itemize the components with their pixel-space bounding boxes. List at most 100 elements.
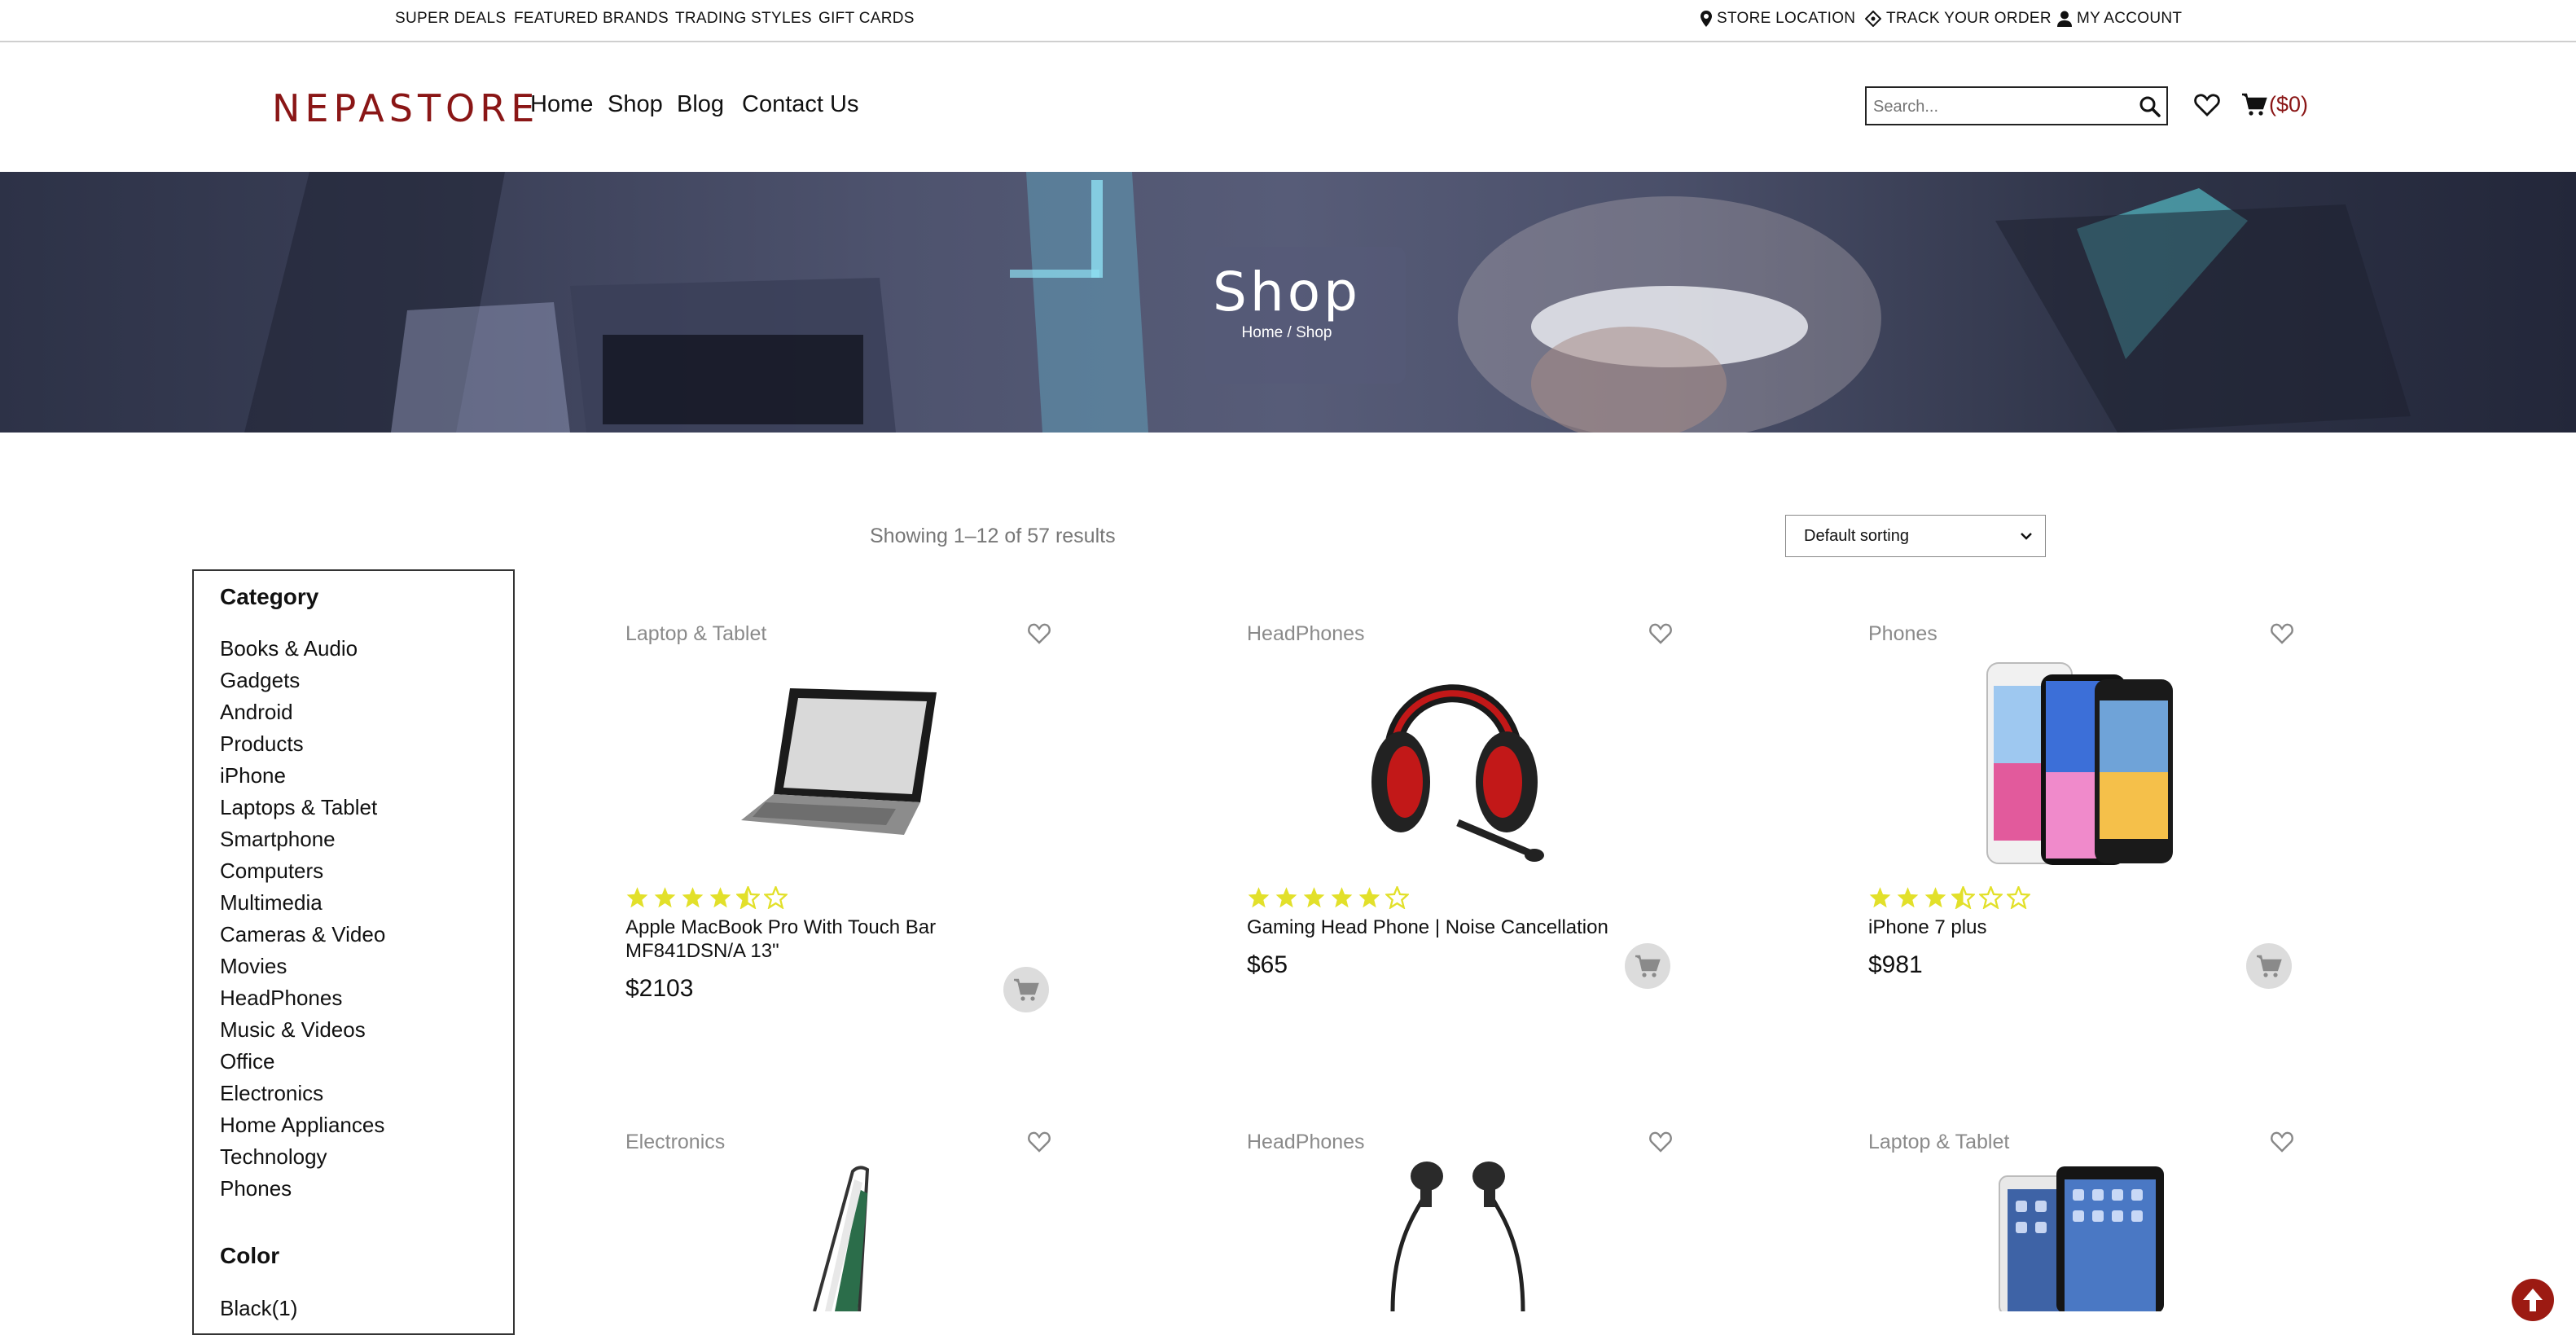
cart-amount[interactable]: ($0) xyxy=(2269,92,2308,117)
category-item[interactable]: Technology xyxy=(220,1144,327,1170)
trading-styles-link[interactable]: TRADING STYLES xyxy=(675,10,812,28)
star-full-icon xyxy=(1248,887,1270,908)
scroll-to-top-button[interactable] xyxy=(2512,1279,2554,1321)
product-category[interactable]: Electronics xyxy=(625,1131,725,1154)
store-location-link[interactable]: STORE LOCATION xyxy=(1701,10,1855,28)
category-item[interactable]: Phones xyxy=(220,1176,292,1201)
product-category[interactable]: Laptop & Tablet xyxy=(625,622,766,646)
featured-brands-link[interactable]: FEATURED BRANDS xyxy=(514,10,669,28)
breadcrumb-current: Shop xyxy=(1296,324,1332,341)
earphones-image[interactable] xyxy=(1376,1157,1539,1311)
star-empty-icon xyxy=(2007,886,2030,909)
category-item[interactable]: Android xyxy=(220,700,293,725)
page-title: Shop xyxy=(1213,261,1361,323)
nav-home[interactable]: Home xyxy=(530,91,593,118)
color-heading: Color xyxy=(220,1243,280,1268)
star-full-icon xyxy=(626,887,648,908)
product-title[interactable]: Gaming Head Phone | Noise Cancellation xyxy=(1247,916,1622,939)
category-item[interactable]: Home Appliances xyxy=(220,1113,384,1138)
category-item[interactable]: Books & Audio xyxy=(220,636,358,661)
category-item[interactable]: Gadgets xyxy=(220,668,300,693)
add-to-cart-icon xyxy=(1635,955,1661,977)
track-icon xyxy=(1865,10,1881,27)
category-item[interactable]: Electronics xyxy=(220,1081,323,1106)
wishlist-heart-icon[interactable] xyxy=(1649,1131,1672,1153)
product-title[interactable]: Apple MacBook Pro With Touch Bar MF841DSN… xyxy=(625,916,1000,963)
product-price: $65 xyxy=(1247,951,1288,978)
rating-stars xyxy=(1868,886,2030,909)
headphone-image[interactable] xyxy=(1360,652,1547,872)
category-item[interactable]: iPhone xyxy=(220,763,286,788)
wishlist-heart-icon[interactable] xyxy=(1649,623,1672,644)
add-to-cart-button[interactable] xyxy=(1625,943,1670,989)
product-title[interactable]: iPhone 7 plus xyxy=(1868,916,2243,939)
wishlist-heart-icon[interactable] xyxy=(1028,623,1051,644)
category-item[interactable]: Multimedia xyxy=(220,890,323,916)
track-order-label: TRACK YOUR ORDER xyxy=(1886,10,2052,27)
star-empty-icon xyxy=(1979,886,2003,909)
product-category[interactable]: HeadPhones xyxy=(1247,1131,1365,1154)
star-full-icon xyxy=(682,887,704,908)
cart-icon[interactable] xyxy=(2241,91,2267,117)
my-account-link[interactable]: MY ACCOUNT xyxy=(2057,10,2182,28)
star-full-icon xyxy=(654,887,676,908)
rating-stars xyxy=(625,886,788,909)
product-category[interactable]: Laptop & Tablet xyxy=(1868,1131,2009,1154)
add-to-cart-button[interactable] xyxy=(1003,967,1049,1012)
my-account-label: MY ACCOUNT xyxy=(2077,10,2183,27)
product-category[interactable]: Phones xyxy=(1868,622,1937,646)
sidebar: Category Books & Audio Gadgets Android P… xyxy=(192,569,515,1335)
product-category[interactable]: HeadPhones xyxy=(1247,622,1365,646)
phone-case-image[interactable] xyxy=(778,1165,900,1311)
logo[interactable]: NEPASTORE xyxy=(272,86,539,130)
star-empty-icon xyxy=(1385,886,1409,909)
sort-select[interactable]: Default sorting xyxy=(1785,515,2046,557)
star-full-icon xyxy=(1924,887,1946,908)
category-item[interactable]: Products xyxy=(220,731,304,757)
star-full-icon xyxy=(709,887,731,908)
category-item[interactable]: Office xyxy=(220,1049,274,1074)
rating-stars xyxy=(1247,886,1409,909)
super-deals-link[interactable]: SUPER DEALS xyxy=(395,10,506,28)
results-count: Showing 1–12 of 57 results xyxy=(870,525,1116,547)
user-icon xyxy=(2057,11,2072,27)
category-item[interactable]: HeadPhones xyxy=(220,986,342,1011)
category-item[interactable]: Cameras & Video xyxy=(220,922,385,947)
search-icon[interactable] xyxy=(2139,95,2161,118)
breadcrumb-separator: / xyxy=(1287,324,1292,341)
wishlist-heart-icon[interactable] xyxy=(2271,623,2293,644)
gift-cards-link[interactable]: GIFT CARDS xyxy=(818,10,915,28)
breadcrumb: Home / Shop xyxy=(1197,324,1376,342)
arrow-up-icon xyxy=(2523,1289,2543,1311)
wishlist-heart-icon[interactable] xyxy=(2194,93,2220,117)
category-item[interactable]: Music & Videos xyxy=(220,1017,366,1043)
category-item[interactable]: Laptops & Tablet xyxy=(220,795,377,820)
breadcrumb-home[interactable]: Home xyxy=(1242,324,1284,341)
search-input[interactable] xyxy=(1872,94,2135,119)
add-to-cart-icon xyxy=(2257,955,2282,977)
track-order-link[interactable]: TRACK YOUR ORDER xyxy=(1865,10,2052,28)
store-location-label: STORE LOCATION xyxy=(1717,10,1856,27)
color-item[interactable]: Black(1) xyxy=(220,1296,297,1321)
add-to-cart-icon xyxy=(1014,978,1039,1001)
star-full-icon xyxy=(1897,887,1919,908)
nav-shop[interactable]: Shop xyxy=(608,91,663,118)
category-item[interactable]: Smartphone xyxy=(220,827,336,852)
star-half-icon xyxy=(1951,886,1975,909)
tablets-image[interactable] xyxy=(1991,1165,2170,1311)
wishlist-heart-icon[interactable] xyxy=(1028,1131,1051,1153)
star-full-icon xyxy=(1275,887,1297,908)
category-item[interactable]: Movies xyxy=(220,954,287,979)
phones-image[interactable] xyxy=(1984,658,2176,868)
add-to-cart-button[interactable] xyxy=(2246,943,2292,989)
wishlist-heart-icon[interactable] xyxy=(2271,1131,2293,1153)
star-full-icon xyxy=(1303,887,1325,908)
category-item[interactable]: Computers xyxy=(220,859,323,884)
nav-contact-us[interactable]: Contact Us xyxy=(742,91,858,118)
search-box xyxy=(1865,86,2168,125)
nav-blog[interactable]: Blog xyxy=(677,91,724,118)
laptop-image[interactable] xyxy=(733,680,945,843)
star-empty-icon xyxy=(764,886,788,909)
star-half-icon xyxy=(736,886,760,909)
map-pin-icon xyxy=(1701,10,1712,27)
